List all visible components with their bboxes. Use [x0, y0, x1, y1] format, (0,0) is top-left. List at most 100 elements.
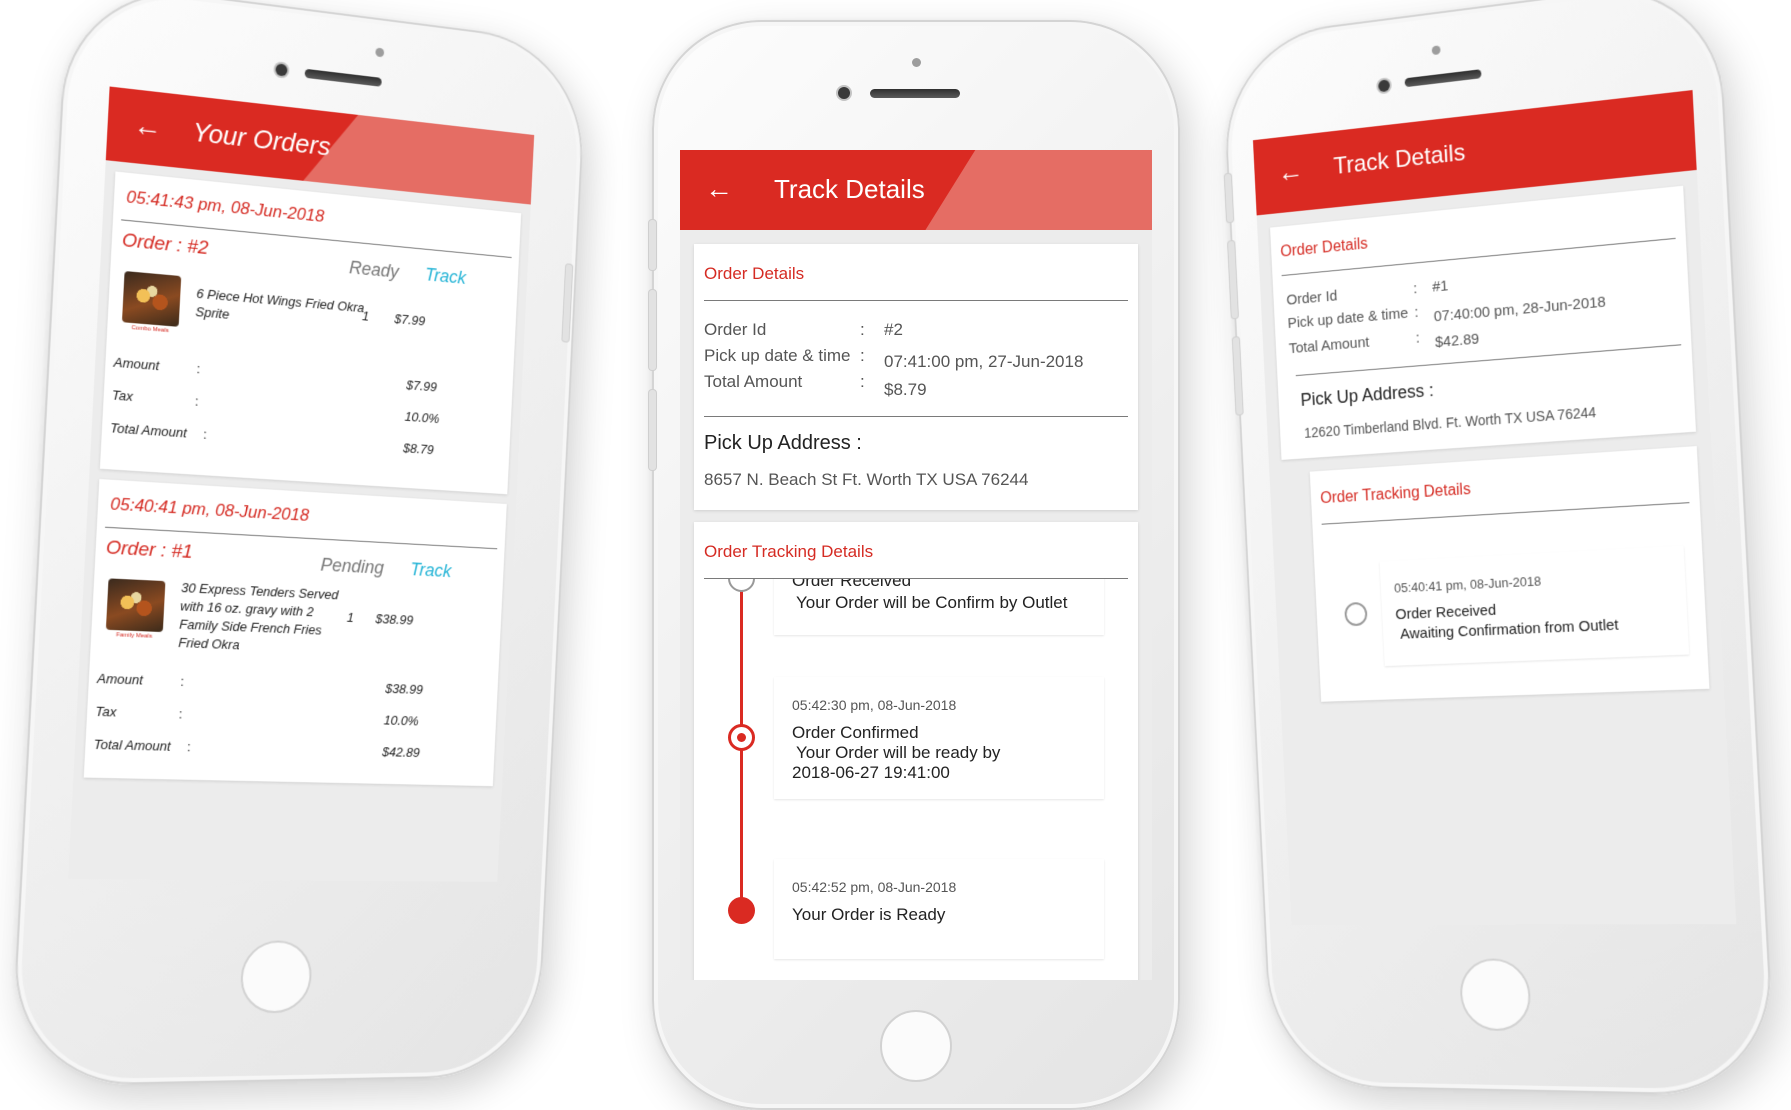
item-name: Fried Okra [178, 634, 240, 653]
phone-track-details: ← Track Details Order Details Order Id :… [649, 20, 1180, 1110]
timeline-step: 05:42:30 pm, 08-Jun-2018 Order Confirmed… [774, 677, 1104, 799]
step-title: Your Order is Ready [792, 905, 946, 924]
arrow-left-icon[interactable]: ← [129, 107, 165, 145]
detail-sep: : [860, 320, 865, 339]
item-price: $38.99 [375, 611, 414, 628]
summary-sep: : [178, 706, 183, 722]
item-image [121, 271, 182, 327]
app-bar: ← Track Details [680, 150, 1152, 230]
order-tracking-card: Order Tracking Details 05:40:41 pm, 08-J… [1309, 446, 1710, 702]
volume-down-button [1232, 337, 1243, 415]
summary-value: $8.79 [402, 440, 435, 458]
item-qty: 1 [361, 308, 370, 324]
detail-sep: : [860, 346, 865, 365]
mute-switch [649, 220, 656, 270]
page-title: Your Orders [191, 116, 332, 162]
timeline-step: Order Received Your Order will be Confir… [774, 579, 1104, 635]
step-title: Order Received [792, 579, 912, 590]
step-time: 05:40:41 pm, 08-Jun-2018 [1393, 573, 1542, 596]
order-status: Pending [320, 554, 385, 578]
summary-label: Tax [95, 703, 117, 720]
page-title: Track Details [1332, 139, 1466, 180]
item-name: with 16 oz. gravy with 2 [179, 598, 314, 620]
order-details-card: Order Details Order Id : #1 Pick up date… [1270, 185, 1697, 460]
detail-label: Pick up date & time [1287, 304, 1409, 332]
app-bar-accent [925, 150, 1152, 230]
arrow-left-icon[interactable]: ← [702, 172, 736, 206]
step-time: 05:42:52 pm, 08-Jun-2018 [792, 879, 957, 895]
front-camera-icon [838, 87, 850, 99]
summary-value: $38.99 [385, 680, 424, 697]
summary-sep: : [186, 739, 192, 755]
item-qty: 1 [346, 609, 355, 625]
summary-label: Amount [96, 670, 144, 688]
detail-value: 07:41:00 pm, 27-Jun-2018 [884, 352, 1084, 371]
item-name: Family Side French Fries [178, 616, 323, 638]
timeline-step: 05:40:41 pm, 08-Jun-2018 Order Received … [1379, 545, 1690, 667]
detail-value: $8.79 [884, 380, 927, 399]
detail-label: Total Amount [1288, 333, 1370, 358]
summary-sep: : [196, 360, 201, 377]
timeline-node-received [1344, 601, 1368, 627]
order-details-title: Order Details [1280, 235, 1369, 261]
item-price: $7.99 [394, 311, 426, 329]
summary-value: $7.99 [405, 377, 438, 395]
detail-sep: : [1412, 280, 1418, 298]
earpiece-speaker [304, 68, 382, 87]
order-timestamp: 05:41:43 pm, 08-Jun-2018 [125, 187, 325, 226]
order-card[interactable]: 05:40:41 pm, 08-Jun-2018 Order : #1 Pend… [83, 479, 507, 787]
detail-sep: : [1415, 329, 1421, 347]
detail-value: 07:40:00 pm, 28-Jun-2018 [1433, 293, 1607, 326]
summary-label: Total Amount [93, 736, 172, 754]
summary-sep: : [194, 393, 199, 409]
timeline-node-ready [728, 897, 755, 924]
order-details-card: Order Details Order Id : #2 Pick up date… [694, 244, 1138, 510]
detail-label: Pick up date & time [704, 346, 851, 365]
divider [704, 416, 1128, 417]
summary-label: Total Amount [109, 420, 188, 441]
home-button[interactable] [880, 1010, 952, 1082]
home-button[interactable] [239, 940, 314, 1014]
order-tracking-title: Order Tracking Details [704, 542, 874, 561]
home-button[interactable] [1458, 958, 1533, 1032]
front-camera-icon [275, 63, 288, 77]
summary-sep: : [180, 673, 185, 689]
pickup-address: 12620 Timberland Blvd. Ft. Worth TX USA … [1303, 403, 1597, 441]
track-link[interactable]: Track [425, 265, 467, 289]
pickup-address-label: Pick Up Address : [1300, 380, 1435, 410]
volume-down-button [649, 390, 656, 470]
timeline: Order Received Your Order will be Confir… [694, 579, 1138, 980]
detail-label: Total Amount [704, 372, 803, 391]
screen: ← Track Details Order Details Order Id :… [680, 150, 1152, 980]
earpiece-speaker [1404, 69, 1482, 88]
order-tracking-title: Order Tracking Details [1319, 481, 1472, 508]
front-camera-icon [1378, 79, 1391, 93]
timeline-node-received [728, 579, 755, 592]
front-camera-dot [375, 47, 385, 58]
summary-sep: : [202, 426, 208, 442]
detail-sep: : [860, 372, 865, 391]
track-link[interactable]: Track [410, 559, 452, 582]
order-tracking-card: Order Tracking Details Order Received Yo… [694, 522, 1138, 980]
order-card[interactable]: 05:41:43 pm, 08-Jun-2018 Order : #2 Read… [99, 171, 522, 495]
mute-switch [1224, 173, 1234, 223]
order-number: Order : #1 [105, 537, 194, 564]
divider [1321, 502, 1690, 525]
volume-up-button [1227, 240, 1239, 319]
timeline-node-confirmed [728, 724, 755, 751]
page-title: Track Details [774, 174, 925, 204]
pickup-address-label: Pick Up Address : [704, 432, 862, 454]
step-detail: Your Order will be Confirm by Outlet [796, 593, 1068, 612]
step-detail: Your Order will be ready by [796, 743, 1001, 762]
summary-label: Amount [113, 354, 160, 374]
detail-sep: : [1414, 303, 1419, 321]
step-detail: 2018-06-27 19:41:00 [792, 763, 950, 782]
divider [704, 300, 1128, 301]
order-status: Ready [348, 257, 400, 282]
screen: ← Your Orders 05:41:43 pm, 08-Jun-2018 O… [68, 86, 535, 882]
summary-value: 10.0% [383, 712, 420, 729]
detail-value: $42.89 [1434, 330, 1480, 352]
app-bar-accent [303, 109, 534, 204]
arrow-left-icon[interactable]: ← [1274, 154, 1307, 190]
summary-label: Tax [111, 387, 134, 405]
